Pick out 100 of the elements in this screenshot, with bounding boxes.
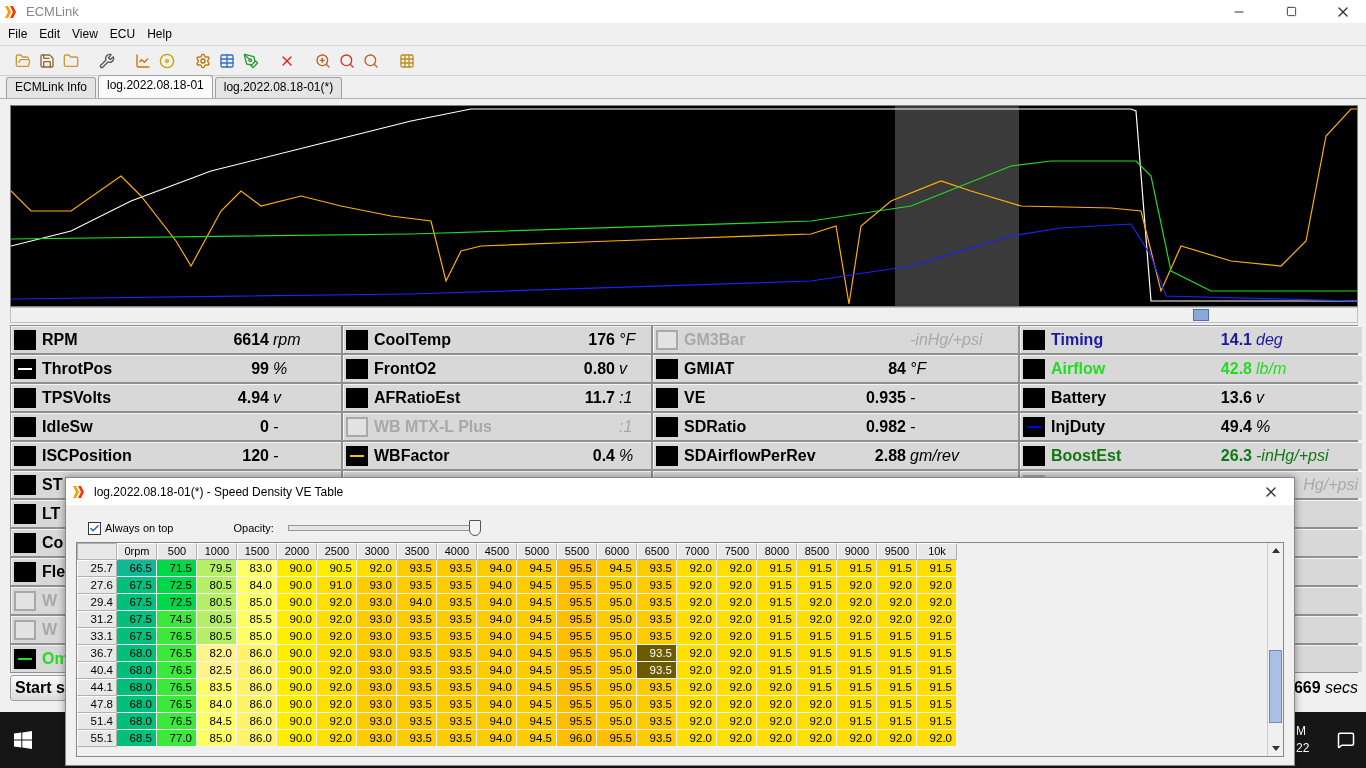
table-cell[interactable]: 68.5 — [117, 730, 157, 747]
table-cell[interactable]: 94.0 — [477, 696, 517, 713]
table-cell[interactable]: 95.5 — [557, 662, 597, 679]
table-cell[interactable]: 95.5 — [557, 577, 597, 594]
table-cell[interactable]: 92.0 — [877, 730, 917, 747]
table-cell[interactable]: 92.0 — [317, 662, 357, 679]
table-cell[interactable]: 91.5 — [757, 628, 797, 645]
table-cell[interactable]: 93.5 — [397, 696, 437, 713]
table-cell[interactable]: 91.5 — [757, 577, 797, 594]
table-cell[interactable]: 90.0 — [277, 628, 317, 645]
table-cell[interactable]: 91.5 — [877, 662, 917, 679]
table-cell[interactable]: 92.0 — [677, 628, 717, 645]
table-cell[interactable]: 91.5 — [877, 696, 917, 713]
table-cell[interactable]: 91.5 — [917, 628, 957, 645]
table-cell[interactable]: 76.5 — [157, 713, 197, 730]
table-cell[interactable]: 90.0 — [277, 713, 317, 730]
table-cell[interactable]: 91.5 — [797, 645, 837, 662]
table-cell[interactable]: 67.5 — [117, 594, 157, 611]
table-cell[interactable]: 85.5 — [237, 611, 277, 628]
table-cell[interactable]: 93.5 — [397, 679, 437, 696]
table-cell[interactable]: 91.5 — [917, 679, 957, 696]
table-cell[interactable]: 76.5 — [157, 662, 197, 679]
table-cell[interactable]: 92.0 — [317, 611, 357, 628]
table-cell[interactable]: 92.0 — [717, 628, 757, 645]
table-cell[interactable]: 95.5 — [557, 679, 597, 696]
table-cell[interactable]: 91.5 — [797, 577, 837, 594]
table-cell[interactable]: 90.0 — [277, 679, 317, 696]
table-cell[interactable]: 92.0 — [677, 577, 717, 594]
table-cell[interactable]: 90.0 — [277, 696, 317, 713]
table-cell[interactable]: 92.0 — [717, 560, 757, 577]
table-cell[interactable]: 93.5 — [637, 696, 677, 713]
table-cell[interactable]: 90.0 — [277, 560, 317, 577]
table-cell[interactable]: 94.5 — [517, 611, 557, 628]
clock-text[interactable]: M — [1296, 723, 1326, 740]
table-cell[interactable]: 93.5 — [637, 577, 677, 594]
table-cell[interactable]: 92.0 — [677, 679, 717, 696]
table-cell[interactable]: 94.0 — [477, 628, 517, 645]
folder-icon[interactable] — [63, 52, 79, 69]
table-cell[interactable]: 93.0 — [357, 662, 397, 679]
menu-item[interactable]: File — [4, 25, 32, 43]
grid-icon[interactable] — [399, 52, 415, 69]
zoom-in-icon[interactable] — [315, 52, 331, 69]
scroll-down-icon[interactable] — [1271, 746, 1280, 751]
table-cell[interactable]: 91.5 — [837, 645, 877, 662]
table-cell[interactable]: 68.0 — [117, 713, 157, 730]
notification-icon[interactable] — [1337, 731, 1355, 749]
table-cell[interactable]: 92.0 — [837, 577, 877, 594]
table-cell[interactable]: 74.5 — [157, 611, 197, 628]
table-cell[interactable]: 93.5 — [637, 662, 677, 679]
table-cell[interactable]: 95.0 — [597, 577, 637, 594]
table-cell[interactable]: 91.5 — [877, 679, 917, 696]
table-cell[interactable]: 94.5 — [517, 696, 557, 713]
table-cell[interactable]: 91.5 — [797, 662, 837, 679]
table-cell[interactable]: 93.5 — [397, 611, 437, 628]
table-cell[interactable]: 95.5 — [557, 696, 597, 713]
table-cell[interactable]: 66.5 — [117, 560, 157, 577]
table-cell[interactable]: 95.5 — [557, 560, 597, 577]
table-cell[interactable]: 93.5 — [437, 713, 477, 730]
table-cell[interactable]: 92.0 — [677, 594, 717, 611]
table-cell[interactable]: 85.0 — [237, 628, 277, 645]
table-cell[interactable]: 91.5 — [757, 611, 797, 628]
settings-icon[interactable] — [195, 52, 211, 69]
table-cell[interactable]: 94.5 — [517, 679, 557, 696]
table-cell[interactable]: 92.0 — [837, 730, 877, 747]
table-cell[interactable]: 93.0 — [357, 611, 397, 628]
table-cell[interactable]: 93.5 — [437, 645, 477, 662]
table-cell[interactable]: 82.5 — [197, 662, 237, 679]
table-cell[interactable]: 93.5 — [437, 628, 477, 645]
table-cell[interactable]: 93.5 — [397, 662, 437, 679]
opacity-slider[interactable] — [288, 520, 481, 536]
table-cell[interactable]: 91.5 — [837, 560, 877, 577]
table-cell[interactable]: 92.0 — [877, 611, 917, 628]
table-cell[interactable]: 86.0 — [237, 713, 277, 730]
tab[interactable]: log.2022.08.18-01 — [98, 75, 213, 98]
table-cell[interactable]: 85.0 — [197, 730, 237, 747]
table-cell[interactable]: 86.0 — [237, 662, 277, 679]
table-cell[interactable]: 91.5 — [757, 662, 797, 679]
table-cell[interactable]: 93.5 — [437, 577, 477, 594]
table-cell[interactable]: 92.0 — [677, 713, 717, 730]
table-cell[interactable]: 92.0 — [797, 594, 837, 611]
table-cell[interactable]: 92.0 — [717, 645, 757, 662]
table-cell[interactable]: 91.5 — [757, 560, 797, 577]
disc-icon[interactable] — [159, 52, 175, 69]
table-cell[interactable]: 94.0 — [477, 611, 517, 628]
vertical-scrollbar[interactable] — [1267, 543, 1283, 756]
checkbox[interactable] — [88, 521, 101, 535]
table-cell[interactable]: 92.0 — [757, 730, 797, 747]
table-cell[interactable]: 91.5 — [797, 560, 837, 577]
table-cell[interactable]: 93.5 — [637, 560, 677, 577]
table-cell[interactable]: 84.5 — [197, 713, 237, 730]
table-cell[interactable]: 82.0 — [197, 645, 237, 662]
table-cell[interactable]: 93.5 — [637, 730, 677, 747]
table-cell[interactable]: 86.0 — [237, 645, 277, 662]
table-cell[interactable]: 92.0 — [797, 730, 837, 747]
table-cell[interactable]: 95.5 — [557, 628, 597, 645]
table-cell[interactable]: 91.5 — [837, 713, 877, 730]
table-cell[interactable]: 90.5 — [317, 560, 357, 577]
table-cell[interactable]: 84.0 — [197, 696, 237, 713]
table-cell[interactable]: 91.5 — [837, 679, 877, 696]
table-cell[interactable]: 76.5 — [157, 628, 197, 645]
